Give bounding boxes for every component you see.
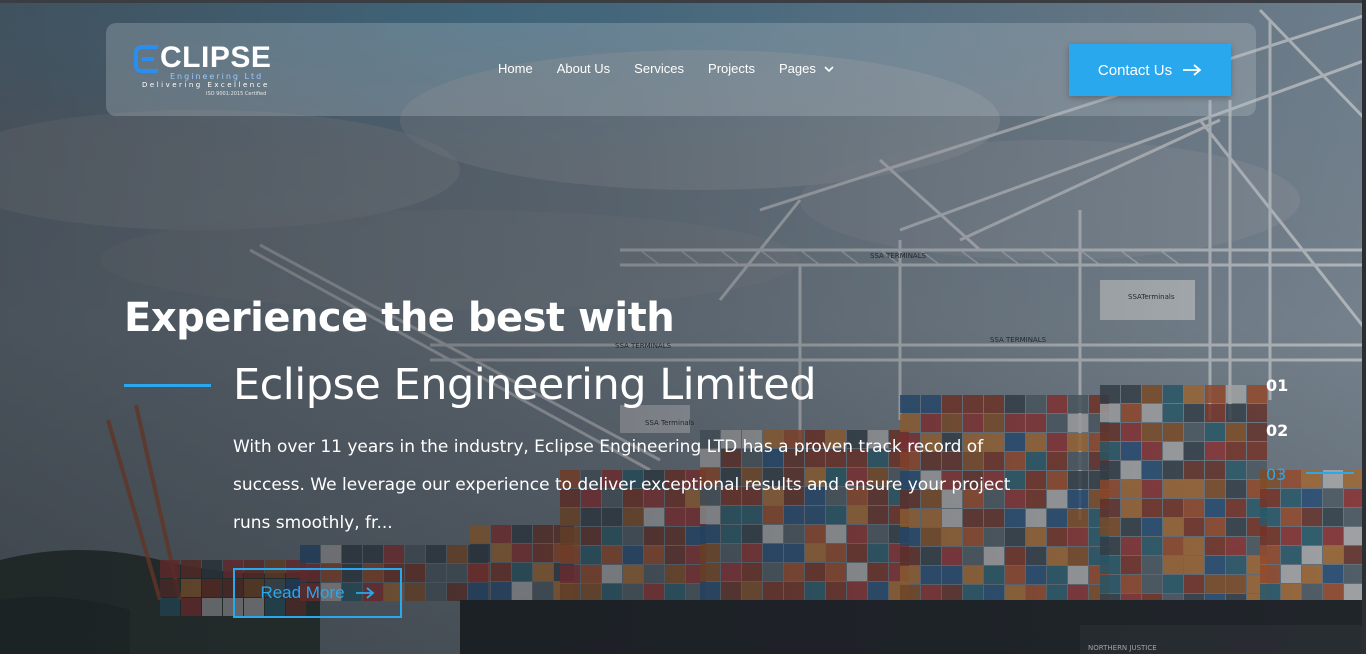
hero-description: With over 11 years in the industry, Ecli… [233,437,1011,533]
nav-pages-dropdown[interactable]: Pages [779,61,834,76]
slide-indicator-3[interactable]: 03 [1266,465,1286,484]
read-more-label: Read More [260,583,345,602]
navbar: CLIPSE Engineering Ltd Delivering Excell… [106,23,1256,116]
arrow-right-icon [1183,64,1202,76]
read-more-button[interactable]: Read More [233,568,402,618]
hero-headline: Experience the best with [124,295,675,341]
contact-us-button[interactable]: Contact Us [1069,44,1231,96]
arrow-right-icon [355,587,374,599]
logo-wordmark: CLIPSE [160,41,272,74]
slide-indicators: 01 02 03 [1266,372,1366,492]
logo-tagline: Delivering Excellence [142,81,270,89]
scrollbar[interactable] [1362,0,1366,654]
nav-links: Home About Us Services Projects Pages [498,61,834,76]
contact-us-label: Contact Us [1097,61,1173,79]
logo-subtitle: Engineering Ltd [170,72,264,81]
nav-home[interactable]: Home [498,61,533,76]
logo[interactable]: CLIPSE Engineering Ltd Delivering Excell… [134,39,284,99]
nav-about-us[interactable]: About Us [557,61,610,76]
logo-iso-text: ISO 9001:2015 Certified [206,91,267,97]
hero-company-name: Eclipse Engineering Limited [233,360,817,410]
nav-pages-label: Pages [779,61,816,76]
chevron-down-icon [824,65,834,72]
slide-indicator-2[interactable]: 02 [1266,421,1288,440]
logo-e-icon [134,45,158,73]
hero-section: SSA TERMINALSSSA TERMINALSSSA TERMINALSS… [0,0,1366,654]
nav-services[interactable]: Services [634,61,684,76]
nav-projects[interactable]: Projects [708,61,755,76]
accent-line [124,384,211,387]
slide-indicator-1[interactable]: 01 [1266,376,1288,395]
top-edge-bar [0,0,1366,3]
slide-active-line [1306,472,1354,474]
